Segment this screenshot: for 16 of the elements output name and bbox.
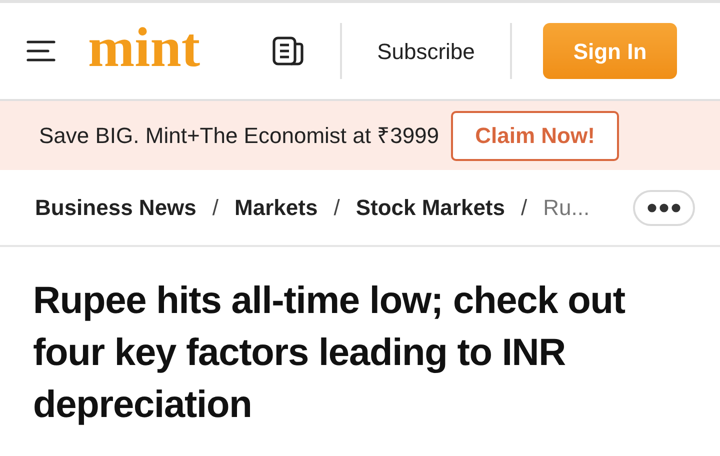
breadcrumb-separator: / xyxy=(521,194,528,222)
promo-text: Save BIG. Mint+The Economist at ₹3999 xyxy=(39,122,440,150)
breadcrumb-link[interactable]: Business News xyxy=(35,191,196,224)
breadcrumb-separator: / xyxy=(212,194,219,222)
breadcrumb-link[interactable]: Markets xyxy=(234,191,318,224)
breadcrumb-link[interactable]: Stock Markets xyxy=(356,191,505,224)
article-headline: Rupee hits all-time low; check out four key factors leading to INR depreciation xyxy=(33,279,626,428)
more-button[interactable] xyxy=(633,190,695,226)
breadcrumb-link[interactable]: Ru... xyxy=(543,191,590,224)
newspaper-icon xyxy=(272,36,304,66)
breadcrumb-separator: / xyxy=(334,194,340,222)
menu-button[interactable] xyxy=(26,38,56,64)
subscribe-link[interactable]: Subscribe xyxy=(377,34,475,68)
more-icon xyxy=(647,202,681,212)
menu-icon xyxy=(26,39,56,63)
claim-now-button[interactable]: Claim Now! xyxy=(451,110,620,160)
